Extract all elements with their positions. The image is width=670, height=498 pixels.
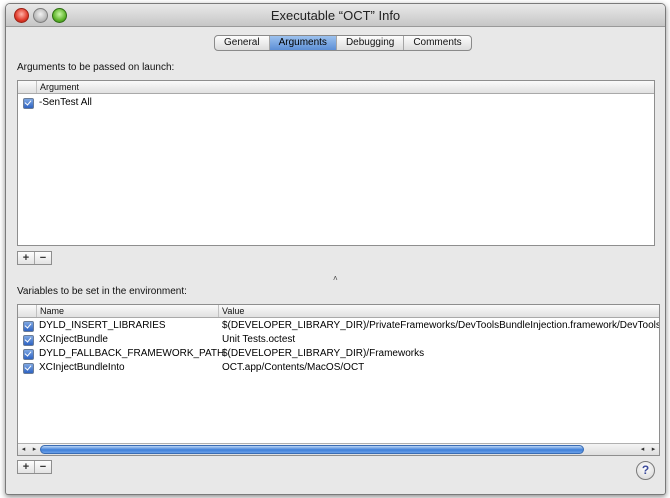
env-enabled-checkbox[interactable] bbox=[23, 363, 34, 374]
horizontal-scrollbar[interactable]: ◂ ▸ ◂ ▸ bbox=[18, 443, 659, 455]
arguments-add-remove: + − bbox=[17, 251, 52, 265]
env-enabled-checkbox[interactable] bbox=[23, 335, 34, 346]
value-column-header[interactable]: Value bbox=[222, 305, 244, 317]
argument-row[interactable]: -SenTest All bbox=[18, 96, 654, 109]
add-variable-button[interactable]: + bbox=[18, 461, 35, 473]
help-button[interactable]: ? bbox=[636, 461, 655, 480]
add-argument-button[interactable]: + bbox=[18, 252, 35, 264]
env-row[interactable]: DYLD_INSERT_LIBRARIES $(DEVELOPER_LIBRAR… bbox=[18, 319, 659, 332]
tab-comments[interactable]: Comments bbox=[404, 36, 470, 50]
env-enabled-checkbox[interactable] bbox=[23, 321, 34, 332]
env-name[interactable]: XCInjectBundle bbox=[39, 333, 108, 346]
env-name[interactable]: DYLD_INSERT_LIBRARIES bbox=[39, 319, 166, 332]
arguments-section-label: Arguments to be passed on launch: bbox=[17, 62, 175, 73]
scroll-left-icon[interactable]: ◂ bbox=[18, 444, 29, 455]
env-row[interactable]: XCInjectBundleInto OCT.app/Contents/MacO… bbox=[18, 361, 659, 374]
tab-bar: General Arguments Debugging Comments bbox=[214, 35, 472, 51]
env-enabled-checkbox[interactable] bbox=[23, 349, 34, 360]
env-value[interactable]: OCT.app/Contents/MacOS/OCT bbox=[222, 361, 364, 374]
column-separator bbox=[36, 305, 37, 317]
arguments-table[interactable]: Argument -SenTest All bbox=[17, 80, 655, 246]
column-separator bbox=[218, 305, 219, 317]
scroll-right-icon[interactable]: ▸ bbox=[648, 444, 659, 455]
env-name[interactable]: XCInjectBundleInto bbox=[39, 361, 125, 374]
arguments-table-header: Argument bbox=[18, 81, 654, 94]
window-title: Executable “OCT” Info bbox=[270, 8, 401, 23]
argument-value[interactable]: -SenTest All bbox=[39, 96, 92, 109]
tab-debugging[interactable]: Debugging bbox=[337, 36, 405, 50]
argument-enabled-checkbox[interactable] bbox=[23, 98, 34, 109]
env-value[interactable]: $(DEVELOPER_LIBRARY_DIR)/PrivateFramewor… bbox=[222, 319, 659, 332]
tab-general[interactable]: General bbox=[215, 36, 270, 50]
environment-section-label: Variables to be set in the environment: bbox=[17, 286, 187, 297]
remove-variable-button[interactable]: − bbox=[35, 461, 51, 473]
argument-column-header[interactable]: Argument bbox=[40, 81, 79, 93]
env-row[interactable]: DYLD_FALLBACK_FRAMEWORK_PATH $(DEVELOPER… bbox=[18, 347, 659, 360]
info-window: Executable “OCT” Info General Arguments … bbox=[5, 3, 666, 495]
column-separator bbox=[36, 81, 37, 93]
title-bar[interactable]: Executable “OCT” Info bbox=[6, 4, 665, 27]
environment-add-remove: + − bbox=[17, 460, 52, 474]
name-column-header[interactable]: Name bbox=[40, 305, 64, 317]
env-name[interactable]: DYLD_FALLBACK_FRAMEWORK_PATH bbox=[39, 347, 224, 360]
scroll-left-icon[interactable]: ◂ bbox=[637, 444, 648, 455]
environment-table[interactable]: Name Value DYLD_INSERT_LIBRARIES $(DEVEL… bbox=[17, 304, 660, 456]
env-value[interactable]: $(DEVELOPER_LIBRARY_DIR)/Frameworks bbox=[222, 347, 424, 360]
scrollbar-thumb[interactable] bbox=[40, 445, 584, 454]
env-row[interactable]: XCInjectBundle Unit Tests.octest bbox=[18, 333, 659, 346]
tab-arguments[interactable]: Arguments bbox=[269, 36, 337, 50]
remove-argument-button[interactable]: − bbox=[35, 252, 51, 264]
env-value[interactable]: Unit Tests.octest bbox=[222, 333, 295, 346]
scroll-right-icon[interactable]: ▸ bbox=[29, 444, 40, 455]
environment-table-header: Name Value bbox=[18, 305, 659, 318]
split-view-handle[interactable]: ˄ bbox=[333, 274, 338, 283]
